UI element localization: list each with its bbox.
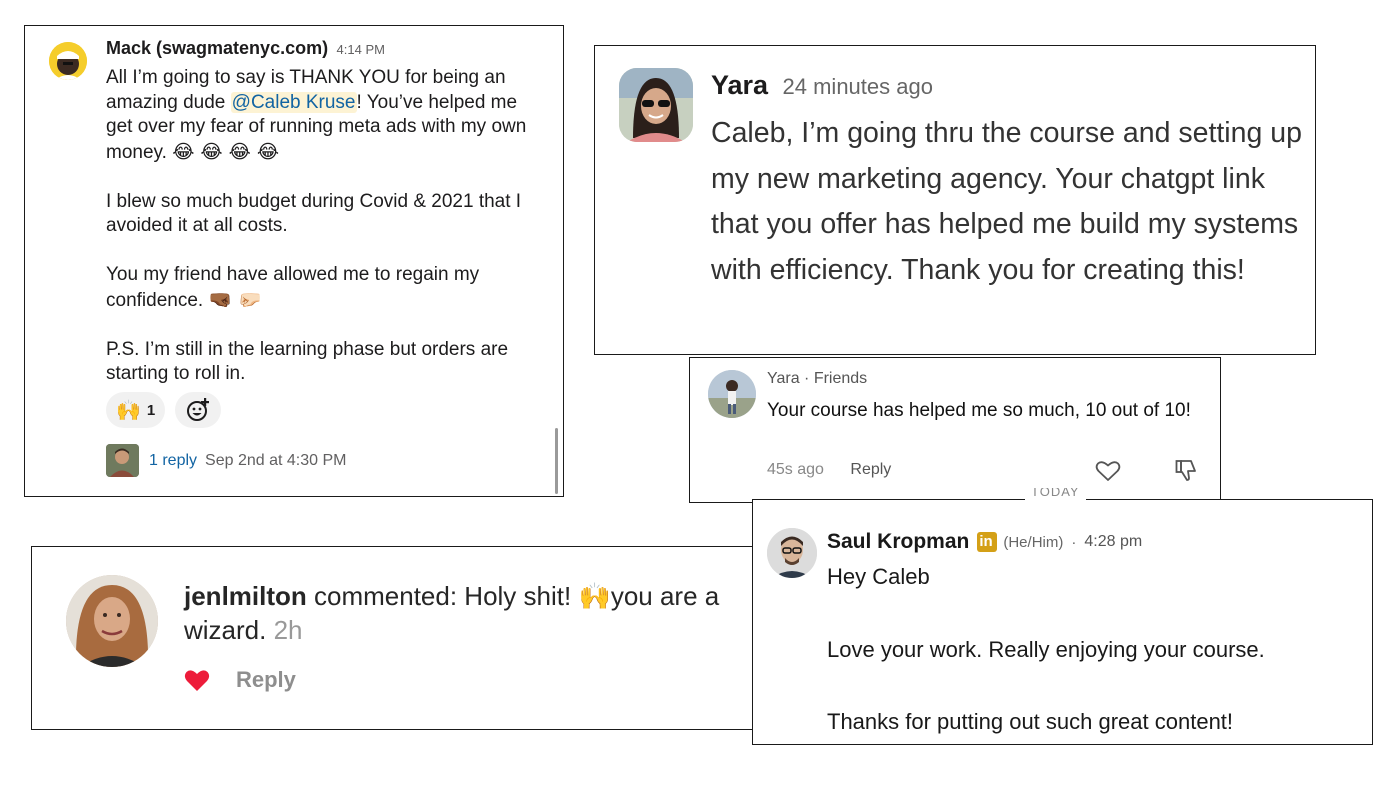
comment-time: 2h	[273, 615, 303, 645]
message-line-3: Thanks for putting out such great conten…	[827, 709, 1234, 734]
message-body: All I’m going to say is THANK YOU for be…	[106, 66, 546, 411]
paragraph-4: P.S. I’m still in the learning phase but…	[106, 338, 509, 385]
slack-message-card: Mack (swagmatenyc.com) 4:14 PM All I’m g…	[24, 25, 564, 497]
author-name[interactable]: Yara	[711, 70, 768, 100]
comment-actions: Reply	[184, 667, 296, 693]
scrollbar[interactable]	[555, 428, 558, 494]
raised-hands-emoji: 🙌	[578, 582, 611, 612]
paragraph-3: You my friend have allowed me to regain …	[106, 263, 546, 313]
comment-prefix: commented: Holy shit!	[306, 581, 579, 611]
badge-text: in	[979, 533, 993, 550]
message-line-2: Love your work. Really enjoying your cou…	[827, 637, 1265, 662]
dislike-icon[interactable]	[1174, 458, 1198, 482]
message-header: Saul Kropman in (He/Him) · 4:28 pm	[827, 530, 1142, 554]
author-name[interactable]: Saul Kropman	[827, 530, 969, 554]
add-reaction-icon	[187, 398, 210, 421]
reaction-count: 1	[146, 401, 156, 419]
comment-header: Yara · Friends	[767, 370, 868, 387]
user-avatar[interactable]	[66, 575, 158, 667]
reply-count-link[interactable]: 1 reply	[149, 452, 197, 470]
user-mention[interactable]: @Caleb Kruse	[230, 91, 357, 113]
message-header: Yara 24 minutes ago	[711, 70, 933, 101]
reply-button[interactable]: Reply	[850, 461, 891, 478]
user-avatar[interactable]	[619, 68, 693, 142]
reply-avatar	[106, 444, 139, 477]
username[interactable]: jenlmilton	[184, 581, 307, 611]
comment-meta: 45s ago Reply	[767, 461, 891, 479]
comment-time: 45s ago	[767, 461, 824, 478]
user-avatar[interactable]	[767, 528, 817, 578]
user-avatar[interactable]	[49, 42, 87, 80]
heart-outline-icon[interactable]	[1095, 460, 1121, 482]
message-timestamp[interactable]: 4:14 PM	[337, 42, 385, 57]
user-avatar[interactable]	[708, 370, 756, 418]
text: You my friend have allowed me to regain …	[106, 264, 480, 311]
message-header: Mack (swagmatenyc.com) 4:14 PM	[106, 38, 385, 59]
separator-dot: ·	[1071, 533, 1077, 551]
raised-hands-icon: 🙌	[116, 398, 141, 422]
reply-date: Sep 2nd at 4:30 PM	[205, 451, 347, 469]
heart-filled-icon[interactable]	[184, 669, 210, 692]
message-line-1: Hey Caleb	[827, 564, 930, 589]
message-text: Caleb, I’m going thru the course and set…	[711, 117, 1302, 286]
fist-bump-emoji: 🤜🏾 🤛🏻	[208, 288, 262, 311]
date-divider: TODAY	[1025, 488, 1086, 500]
linkedin-message-card: TODAY Saul Kropman in (He/Him) · 4:28 pm…	[752, 488, 1373, 745]
add-reaction-button[interactable]	[175, 392, 222, 428]
comment-text: jenlmilton commented: Holy shit! 🙌you ar…	[184, 580, 724, 647]
thread-replies[interactable]: 1 reply Sep 2nd at 4:30 PM	[106, 444, 346, 477]
yara-message-card: Yara 24 minutes ago Caleb, I’m going thr…	[594, 45, 1316, 355]
pronouns: (He/Him)	[1003, 533, 1064, 551]
comment-text: Your course has helped me so much, 10 ou…	[767, 400, 1191, 421]
laughing-emoji: 😂 😂 😂 😂	[172, 140, 280, 163]
instagram-comment-card: jenlmilton commented: Holy shit! 🙌you ar…	[31, 546, 761, 730]
reply-button[interactable]: Reply	[236, 667, 296, 693]
reaction-raised-hands[interactable]: 🙌 1	[106, 392, 166, 428]
message-timestamp: 4:28 pm	[1084, 533, 1143, 550]
author-name[interactable]: Mack (swagmatenyc.com)	[106, 38, 328, 58]
message-timestamp: 24 minutes ago	[782, 74, 933, 99]
linkedin-icon: in	[977, 532, 998, 552]
reactions-bar: 🙌 1	[106, 392, 222, 428]
paragraph-2: I blew so much budget during Covid & 202…	[106, 190, 522, 237]
yara-comment-card: Yara · Friends Your course has helped me…	[689, 357, 1221, 503]
paragraph-1: All I’m going to say is THANK YOU for be…	[106, 66, 546, 165]
